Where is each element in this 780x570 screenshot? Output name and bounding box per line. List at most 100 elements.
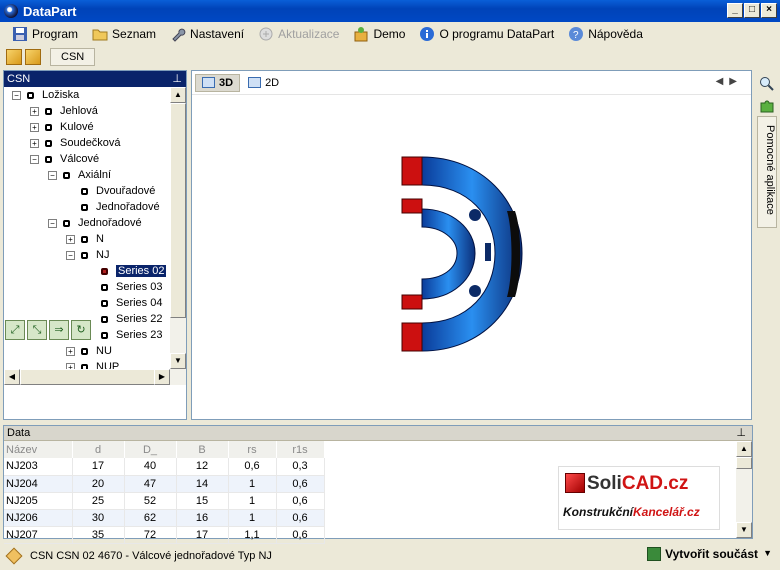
tree-node[interactable]: + NU <box>66 343 112 359</box>
menu-demo[interactable]: Demo <box>353 26 405 42</box>
tree-node[interactable]: Series 22 <box>86 311 162 327</box>
tree-node-label: Kulové <box>60 121 94 133</box>
tree-vertical-scrollbar[interactable]: ▲ ▼ <box>170 87 186 369</box>
data-vertical-scrollbar[interactable]: ▲ ▼ <box>736 441 752 538</box>
tree-node[interactable]: − Jednořadové <box>48 215 142 231</box>
update-icon <box>259 27 273 41</box>
collapse-icon[interactable]: − <box>12 90 21 100</box>
go-arrow-icon[interactable]: ⇒ <box>49 320 69 340</box>
menu-program[interactable]: Program <box>12 26 78 42</box>
expand-icon[interactable]: + <box>30 122 39 132</box>
menu-napoveda[interactable]: ? Nápověda <box>568 26 643 42</box>
tab-csn[interactable]: CSN <box>50 48 96 66</box>
expand-icon[interactable]: + <box>30 138 39 148</box>
tree-node-label: Axiální <box>78 169 112 181</box>
table-row[interactable]: NJ205 25 52 15 1 0,6 <box>4 492 325 510</box>
pin-icon[interactable]: ⊥ <box>736 426 746 441</box>
collapse-icon[interactable]: − <box>48 170 57 180</box>
scroll-down-arrow-icon[interactable]: ▼ <box>736 522 752 538</box>
collapse-icon[interactable]: − <box>48 218 57 228</box>
table-cell: NJ204 <box>4 475 73 493</box>
create-part-button[interactable]: Vytvořit součást <box>647 547 758 561</box>
scroll-left-arrow-icon[interactable]: ◀ <box>4 369 20 385</box>
tree-node[interactable]: Series 04 <box>86 295 162 311</box>
tab-nav-arrows[interactable]: ◀▶ <box>716 76 743 87</box>
tree-node[interactable]: − Válcové <box>30 151 99 167</box>
refresh-icon[interactable]: ↻ <box>71 320 91 340</box>
node-bullet-icon <box>63 171 70 179</box>
expand-all-icon[interactable]: ⤢ <box>5 320 25 340</box>
tree-node[interactable]: − Ložiska <box>12 87 79 103</box>
monitor-icon <box>248 77 262 88</box>
menu-nastaveni[interactable]: Nastavení <box>170 26 244 42</box>
column-header[interactable]: D_ <box>124 441 177 458</box>
table-cell: 40 <box>124 458 177 476</box>
tree-node[interactable]: + NUP <box>66 359 119 369</box>
tab-3d[interactable]: 3D <box>195 73 241 92</box>
scroll-right-arrow-icon[interactable]: ▶ <box>154 369 170 385</box>
menu-aktualizace[interactable]: Aktualizace <box>258 26 339 42</box>
tree-node[interactable]: + N <box>66 231 104 247</box>
maximize-button[interactable]: □ <box>744 3 760 18</box>
collapse-icon[interactable]: − <box>30 154 39 164</box>
table-cell: 0,6 <box>276 509 325 527</box>
column-header[interactable]: Název <box>4 441 73 458</box>
close-button[interactable]: × <box>761 3 777 18</box>
node-bullet-icon <box>81 203 88 211</box>
column-header[interactable]: r1s <box>276 441 325 458</box>
menu-o-programu[interactable]: O programu DataPart <box>419 26 554 42</box>
table-row[interactable]: NJ203 17 40 12 0,6 0,3 <box>4 458 325 476</box>
chevron-down-icon[interactable]: ▼ <box>763 548 772 558</box>
collapse-all-icon[interactable]: ⤡ <box>27 320 47 340</box>
column-header[interactable]: d <box>72 441 125 458</box>
tree-panel: CSN ⊥ − Ložiska + Jehlová + Kulové + Soudečková… <box>3 70 187 420</box>
tree-node[interactable]: Dvouřadové <box>66 183 155 199</box>
puzzle-icon[interactable] <box>759 98 775 114</box>
tree-horizontal-scrollbar[interactable]: ◀ ▶ <box>4 369 186 385</box>
tab-2d[interactable]: 2D <box>242 75 285 91</box>
catalog-cube-icon[interactable] <box>6 49 22 65</box>
node-bullet-icon <box>63 219 70 227</box>
save-icon <box>13 27 27 41</box>
column-header[interactable]: B <box>176 441 229 458</box>
tree-node[interactable]: Series 03 <box>86 279 162 295</box>
table-row[interactable]: NJ206 30 62 16 1 0,6 <box>4 509 325 527</box>
expand-icon[interactable]: + <box>66 234 75 244</box>
pin-icon[interactable]: ⊥ <box>172 71 182 87</box>
tree-node[interactable]: Series 23 <box>86 327 162 343</box>
demo-icon <box>354 27 368 42</box>
scroll-thumb[interactable] <box>170 103 186 318</box>
catalog-cube2-icon[interactable] <box>25 49 41 65</box>
tree-panel-header: CSN ⊥ <box>4 71 186 87</box>
table-row[interactable]: NJ204 20 47 14 1 0,6 <box>4 475 325 493</box>
minimize-button[interactable]: _ <box>727 3 743 18</box>
tree-node-label: NJ <box>96 249 110 261</box>
menu-seznam[interactable]: Seznam <box>92 26 156 42</box>
tree-node[interactable]: − NJ <box>66 247 109 263</box>
tree-node[interactable]: Series 02 <box>86 263 167 279</box>
tree-node[interactable]: + Soudečková <box>30 135 121 151</box>
menu-napoveda-label: Nápověda <box>588 27 643 41</box>
expand-icon[interactable]: + <box>66 346 75 356</box>
tree-node[interactable]: + Jehlová <box>30 103 98 119</box>
table-cell: 30 <box>72 509 125 527</box>
bearing-3d-model[interactable] <box>397 151 527 356</box>
menu-program-label: Program <box>32 27 79 41</box>
data-scroll-thumb[interactable] <box>736 457 752 469</box>
collapse-icon[interactable]: − <box>66 250 75 260</box>
hscroll-thumb[interactable] <box>20 369 155 385</box>
logo-konstrukcni: Konstrukční <box>563 505 634 519</box>
tree-node[interactable]: − Axiální <box>48 167 111 183</box>
menu-o-programu-label: O programu DataPart <box>439 27 555 41</box>
search-icon[interactable] <box>759 76 775 92</box>
tab-pomocne-aplikace[interactable]: Pomocné aplikace <box>757 116 777 228</box>
node-bullet-icon <box>45 139 52 147</box>
column-header[interactable]: rs <box>228 441 277 458</box>
tree-node[interactable]: + Kulové <box>30 119 94 135</box>
expand-icon[interactable]: + <box>30 106 39 116</box>
node-bullet-icon <box>81 347 88 355</box>
scroll-down-arrow-icon[interactable]: ▼ <box>170 353 186 369</box>
tree-node[interactable]: Jednořadové <box>66 199 160 215</box>
scroll-up-arrow-icon[interactable]: ▲ <box>170 87 186 103</box>
scroll-up-arrow-icon[interactable]: ▲ <box>736 441 752 457</box>
